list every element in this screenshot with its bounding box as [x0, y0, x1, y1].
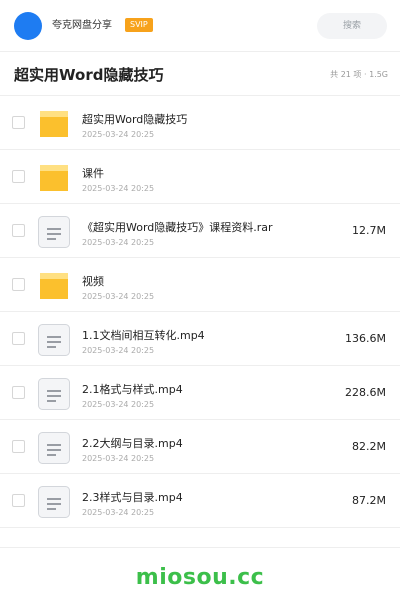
- checkbox[interactable]: [12, 494, 25, 507]
- avatar[interactable]: [14, 12, 42, 40]
- checkbox[interactable]: [12, 224, 25, 237]
- item-size: 12.7M: [352, 224, 386, 237]
- item-date: 2025-03-24 20:25: [82, 292, 155, 301]
- top-header: 夸克网盘分享 SVIP 搜索: [0, 0, 400, 52]
- list-item[interactable]: 2.1格式与样式.mp4 2025-03-24 20:25 228.6M: [0, 366, 400, 420]
- item-size: 228.6M: [345, 386, 386, 399]
- list-item[interactable]: 2.2大纲与目录.mp4 2025-03-24 20:25 82.2M: [0, 420, 400, 474]
- list-item[interactable]: 课件 2025-03-24 20:25: [0, 150, 400, 204]
- item-name: 2.2大纲与目录.mp4: [82, 437, 183, 450]
- search-input[interactable]: 搜索: [317, 13, 387, 39]
- svip-badge: SVIP: [125, 18, 153, 32]
- folder-icon: [40, 273, 68, 299]
- list-item[interactable]: 视频 2025-03-24 20:25: [0, 258, 400, 312]
- item-name: 《超实用Word隐藏技巧》课程资料.rar: [82, 221, 273, 234]
- folder-icon: [40, 165, 68, 191]
- watermark: miosou.cc: [135, 565, 265, 590]
- item-name: 2.3样式与目录.mp4: [82, 491, 183, 504]
- checkbox[interactable]: [12, 440, 25, 453]
- item-name: 2.1格式与样式.mp4: [82, 383, 183, 396]
- item-date: 2025-03-24 20:25: [82, 508, 155, 517]
- list-item[interactable]: 超实用Word隐藏技巧 2025-03-24 20:25: [0, 96, 400, 150]
- item-date: 2025-03-24 20:25: [82, 184, 155, 193]
- item-name: 视频: [82, 275, 104, 288]
- item-date: 2025-03-24 20:25: [82, 346, 155, 355]
- item-date: 2025-03-24 20:25: [82, 130, 155, 139]
- item-name: 课件: [82, 167, 104, 180]
- folder-icon: [40, 111, 68, 137]
- item-size: 87.2M: [352, 494, 386, 507]
- username: 夸克网盘分享: [52, 20, 112, 31]
- file-icon: [38, 432, 70, 464]
- checkbox[interactable]: [12, 386, 25, 399]
- file-icon: [38, 324, 70, 356]
- folder-summary: 共 21 项 · 1.5G: [330, 70, 388, 79]
- item-size: 136.6M: [345, 332, 386, 345]
- item-name: 超实用Word隐藏技巧: [82, 113, 188, 126]
- checkbox[interactable]: [12, 170, 25, 183]
- list-item[interactable]: 2.3样式与目录.mp4 2025-03-24 20:25 87.2M: [0, 474, 400, 528]
- list-item[interactable]: 1.1文档间相互转化.mp4 2025-03-24 20:25 136.6M: [0, 312, 400, 366]
- file-icon: [38, 216, 70, 248]
- file-icon: [38, 486, 70, 518]
- checkbox[interactable]: [12, 332, 25, 345]
- checkbox[interactable]: [12, 116, 25, 129]
- divider: [0, 547, 400, 548]
- file-list: 超实用Word隐藏技巧 2025-03-24 20:25 课件 2025-03-…: [0, 96, 400, 528]
- item-date: 2025-03-24 20:25: [82, 400, 155, 409]
- item-date: 2025-03-24 20:25: [82, 454, 155, 463]
- file-icon: [38, 378, 70, 410]
- list-item[interactable]: 《超实用Word隐藏技巧》课程资料.rar 2025-03-24 20:25 1…: [0, 204, 400, 258]
- folder-title-bar: 超实用Word隐藏技巧 共 21 项 · 1.5G: [0, 52, 400, 96]
- item-date: 2025-03-24 20:25: [82, 238, 155, 247]
- page-title: 超实用Word隐藏技巧: [14, 66, 164, 84]
- checkbox[interactable]: [12, 278, 25, 291]
- item-name: 1.1文档间相互转化.mp4: [82, 329, 205, 342]
- item-size: 82.2M: [352, 440, 386, 453]
